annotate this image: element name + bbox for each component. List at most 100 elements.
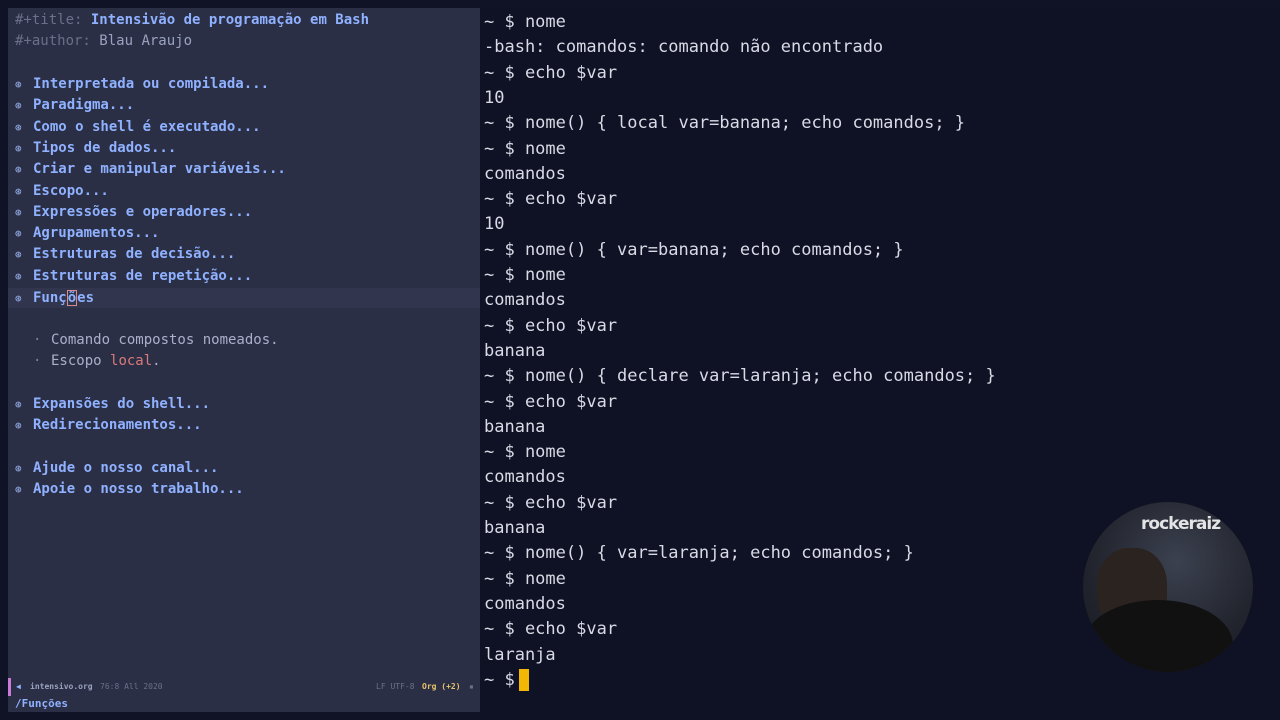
heading-funcoes[interactable]: ⊛ Funções <box>15 288 94 308</box>
org-bullet-icon: ⊛ <box>15 292 22 305</box>
org-bullet-icon: ⊛ <box>15 462 22 475</box>
org-heading[interactable]: ⊛ Paradigma... <box>15 95 134 115</box>
echo-area: /Funções <box>15 697 68 710</box>
heading-text: Agrupamentos... <box>33 225 160 242</box>
heading-text: Expressões e operadores... <box>33 203 253 220</box>
document-title: Intensivão de programação em Bash <box>90 12 370 28</box>
shell-prompt: ~ $ <box>484 670 515 690</box>
editor-pane[interactable]: #+title: Intensivão de programação em Ba… <box>8 8 480 712</box>
heading-text-pre: Funç <box>33 290 67 306</box>
terminal-line: 10 <box>484 214 505 235</box>
heading-text: Expansões do shell... <box>33 396 211 412</box>
terminal-line: ~ $ nome <box>484 138 566 159</box>
org-bullet-icon: ⊛ <box>15 78 22 91</box>
terminal-prompt-line[interactable]: ~ $ <box>484 668 529 692</box>
list-dot-icon: · <box>33 332 42 348</box>
list-dot-icon: · <box>33 353 42 369</box>
org-bullet-icon: ⊛ <box>15 248 22 262</box>
heading-text: Criar e manipular variáveis... <box>33 161 286 178</box>
author-keyword: #+author: <box>15 33 91 49</box>
terminal-line: ~ $ echo $var <box>484 189 618 210</box>
org-bullet-icon: ⊛ <box>15 269 22 283</box>
document-author: Blau Araujo <box>99 33 193 49</box>
org-heading[interactable]: ⊛ Tipos de dados... <box>15 138 176 158</box>
terminal-line: ~ $ nome <box>484 568 566 589</box>
modeline-marker <box>8 678 11 696</box>
terminal-line: ~ $ nome <box>484 12 566 32</box>
org-heading[interactable]: ⊛ Expansões do shell... <box>15 394 210 414</box>
terminal-line: ~ $ echo $var <box>484 315 618 336</box>
org-heading[interactable]: ⊛ Interpretada ou compilada... <box>15 74 269 94</box>
org-heading[interactable]: ⊛ Como o shell é executado... <box>15 117 261 137</box>
org-bullet-icon: ⊛ <box>15 483 22 497</box>
terminal-line: banana <box>484 416 546 437</box>
heading-text-post: es <box>77 290 95 306</box>
org-bullet-icon: ⊛ <box>15 163 22 177</box>
terminal-line: ~ $ nome() { var=banana; echo comandos; … <box>484 239 904 260</box>
heading-text: Apoie o nosso trabalho... <box>33 481 244 498</box>
terminal-line: ~ $ echo $var <box>484 62 618 83</box>
heading-text: Interpretada ou compilada... <box>33 76 270 92</box>
org-bullet-icon: ⊛ <box>15 398 22 411</box>
heading-text: Estruturas de decisão... <box>33 246 236 263</box>
org-heading[interactable]: ⊛ Agrupamentos... <box>15 223 159 243</box>
org-heading[interactable]: ⊛ Criar e manipular variáveis... <box>15 159 286 179</box>
mode-line: ◀ intensivo.org 76:8 All 2020 LF UTF-8 O… <box>8 678 480 696</box>
editor-cursor: õ <box>66 290 78 306</box>
terminal-line: ~ $ nome <box>484 442 566 463</box>
sub-item-1: · Comando compostos nomeados. <box>15 330 279 350</box>
terminal-line: ~ $ echo $var <box>484 391 618 412</box>
org-bullet-icon: ⊛ <box>15 419 22 433</box>
terminal-line: ~ $ nome() { local var=banana; echo coma… <box>484 113 966 134</box>
terminal-line: ~ $ echo $var <box>484 619 618 640</box>
org-bullet-icon: ⊛ <box>15 205 22 219</box>
org-bullet-icon: ⊛ <box>15 141 22 155</box>
modeline-position: 76:8 All 2020 <box>100 682 163 691</box>
sub-item-text: Escopo <box>51 353 111 369</box>
org-heading[interactable]: ⊛ Estruturas de decisão... <box>15 244 235 264</box>
terminal-line: 10 <box>484 87 505 108</box>
heading-text: Paradigma... <box>33 97 135 114</box>
title-keyword: #+title: <box>15 12 83 28</box>
modeline-encoding: LF UTF-8 <box>376 682 415 691</box>
terminal-line: banana <box>484 340 546 361</box>
title-line: #+title: Intensivão de programação em Ba… <box>15 10 369 30</box>
author-line: #+author: Blau Araujo <box>15 31 192 51</box>
modeline-lock-icon: ▪ <box>469 682 474 691</box>
sub-item-2: · Escopo local. <box>15 351 161 371</box>
org-bullet-icon: ⊛ <box>15 120 22 134</box>
org-heading[interactable]: ⊛ Estruturas de repetição... <box>15 266 252 286</box>
terminal-cursor <box>518 669 529 691</box>
heading-text: Redirecionamentos... <box>33 417 202 434</box>
terminal-line: ~ $ nome() { declare var=laranja; echo c… <box>484 366 996 387</box>
org-bullet-icon: ⊛ <box>15 184 22 198</box>
emacs-icon: ◀ <box>16 682 21 691</box>
org-heading[interactable]: ⊛ Expressões e operadores... <box>15 202 252 222</box>
org-bullet-icon: ⊛ <box>15 227 22 241</box>
terminal-line: comandos <box>484 290 566 311</box>
sub-item-text: Comando compostos nomeados. <box>51 332 279 348</box>
heading-text: Escopo... <box>33 182 109 199</box>
org-bullet-icon: ⊛ <box>15 99 22 113</box>
code-local: local <box>110 353 153 369</box>
org-heading[interactable]: ⊛ Escopo... <box>15 181 109 201</box>
terminal-line: comandos <box>484 593 566 614</box>
org-heading[interactable]: ⊛ Redirecionamentos... <box>15 415 202 435</box>
terminal-line: ~ $ nome <box>484 265 566 285</box>
terminal-line: comandos <box>484 467 566 488</box>
modeline-buffer: intensivo.org <box>30 682 93 691</box>
org-heading[interactable]: ⊛ Ajude o nosso canal... <box>15 458 218 478</box>
terminal-line: -bash: comandos: comando não encontrado <box>484 37 884 58</box>
heading-text: Estruturas de repetição... <box>33 267 253 284</box>
heading-text: Tipos de dados... <box>33 139 177 156</box>
terminal-line: ~ $ echo $var <box>484 492 618 513</box>
org-heading[interactable]: ⊛ Apoie o nosso trabalho... <box>15 479 244 499</box>
terminal-line: banana <box>484 518 546 538</box>
terminal-line: laranja <box>484 644 556 665</box>
sub-item-text-end: . <box>152 353 161 369</box>
channel-logo: rockeraiz <box>1141 514 1221 534</box>
heading-text: Ajude o nosso canal... <box>33 460 219 476</box>
modeline-major-mode: Org (+2) <box>422 682 461 691</box>
heading-text: Como o shell é executado... <box>33 118 261 135</box>
terminal-line: comandos <box>484 163 566 184</box>
